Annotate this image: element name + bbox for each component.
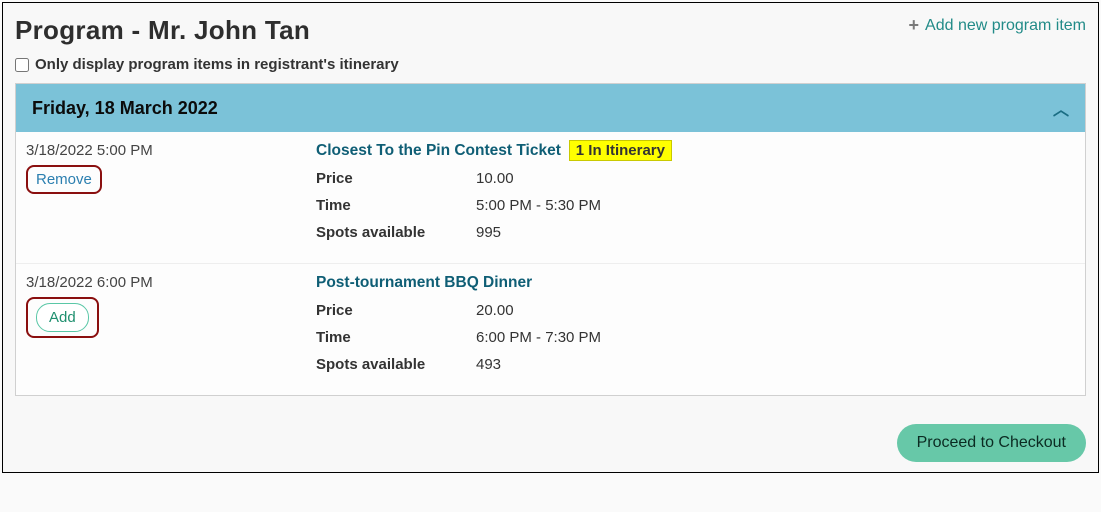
filter-row: Only display program items in registrant… xyxy=(15,56,1086,73)
item-datetime: 3/18/2022 5:00 PM xyxy=(26,142,306,159)
plus-icon: + xyxy=(909,15,920,36)
time-value: 5:00 PM - 5:30 PM xyxy=(476,197,601,214)
proceed-to-checkout-button[interactable]: Proceed to Checkout xyxy=(897,424,1086,462)
header-row: Program - Mr. John Tan + Add new program… xyxy=(15,15,1086,46)
detail-row-time: Time 6:00 PM - 7:30 PM xyxy=(316,329,1075,346)
footer: Proceed to Checkout xyxy=(15,424,1086,462)
detail-grid: Price 10.00 Time 5:00 PM - 5:30 PM Spots… xyxy=(316,170,1075,241)
add-new-program-item[interactable]: + Add new program item xyxy=(909,15,1086,36)
detail-row-time: Time 5:00 PM - 5:30 PM xyxy=(316,197,1075,214)
detail-row-spots: Spots available 493 xyxy=(316,356,1075,373)
price-label: Price xyxy=(316,170,476,187)
time-value: 6:00 PM - 7:30 PM xyxy=(476,329,601,346)
price-value: 20.00 xyxy=(476,302,514,319)
item-left: 3/18/2022 5:00 PM Remove xyxy=(26,142,316,251)
item-right: Post-tournament BBQ Dinner Price 20.00 T… xyxy=(316,274,1075,383)
item-right: Closest To the Pin Contest Ticket 1 In I… xyxy=(316,142,1075,251)
add-button[interactable]: Add xyxy=(36,303,89,332)
chevron-up-icon: ︿ xyxy=(1053,96,1069,120)
price-label: Price xyxy=(316,302,476,319)
time-label: Time xyxy=(316,197,476,214)
item-title[interactable]: Closest To the Pin Contest Ticket xyxy=(316,142,561,159)
program-panel: Program - Mr. John Tan + Add new program… xyxy=(2,2,1099,473)
program-item: 3/18/2022 6:00 PM Add Post-tournament BB… xyxy=(16,264,1085,395)
time-label: Time xyxy=(316,329,476,346)
price-value: 10.00 xyxy=(476,170,514,187)
day-header[interactable]: Friday, 18 March 2022 ︿ xyxy=(16,84,1085,132)
program-item: 3/18/2022 5:00 PM Remove Closest To the … xyxy=(16,132,1085,264)
item-datetime: 3/18/2022 6:00 PM xyxy=(26,274,306,291)
add-new-label: Add new program item xyxy=(925,17,1086,35)
item-title[interactable]: Post-tournament BBQ Dinner xyxy=(316,274,532,291)
detail-grid: Price 20.00 Time 6:00 PM - 7:30 PM Spots… xyxy=(316,302,1075,373)
spots-label: Spots available xyxy=(316,356,476,373)
page-title: Program - Mr. John Tan xyxy=(15,15,310,46)
detail-row-spots: Spots available 995 xyxy=(316,224,1075,241)
action-highlight: Add xyxy=(26,297,99,338)
spots-label: Spots available xyxy=(316,224,476,241)
remove-button[interactable]: Remove xyxy=(36,171,92,188)
detail-row-price: Price 10.00 xyxy=(316,170,1075,187)
detail-row-price: Price 20.00 xyxy=(316,302,1075,319)
spots-value: 995 xyxy=(476,224,501,241)
only-itinerary-checkbox[interactable] xyxy=(15,58,29,72)
spots-value: 493 xyxy=(476,356,501,373)
item-left: 3/18/2022 6:00 PM Add xyxy=(26,274,316,383)
day-panel: Friday, 18 March 2022 ︿ 3/18/2022 5:00 P… xyxy=(15,83,1086,396)
day-title: Friday, 18 March 2022 xyxy=(32,98,218,119)
itinerary-badge: 1 In Itinerary xyxy=(569,140,672,161)
action-highlight: Remove xyxy=(26,165,102,194)
only-itinerary-label[interactable]: Only display program items in registrant… xyxy=(35,56,399,73)
